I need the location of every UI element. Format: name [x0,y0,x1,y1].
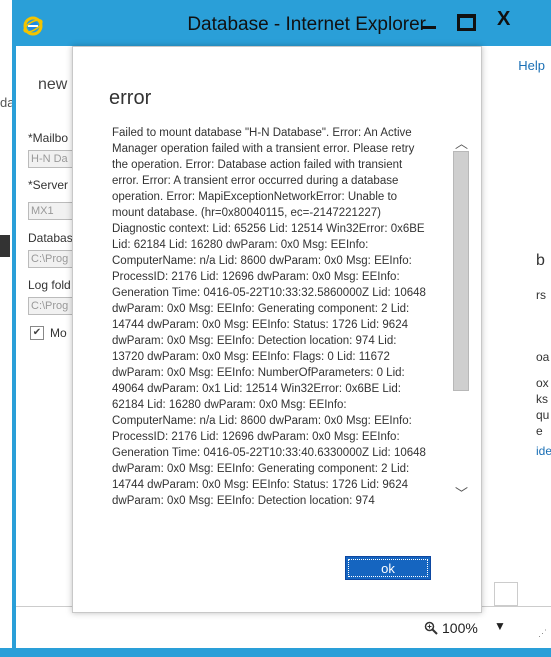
window-title: Database - Internet Explorer [187,14,426,35]
zoom-icon [424,621,438,635]
right-fragment: oa [536,350,550,364]
background-button [494,582,518,606]
taskbar-edge [0,648,551,657]
mount-checkbox-label: Mo [50,326,67,340]
background-bar [0,235,10,257]
resize-grip[interactable]: ⋰ [538,628,547,639]
minimize-button[interactable] [412,8,446,34]
form-heading: new [38,76,68,93]
mailbox-field[interactable]: H-N Da [28,150,76,168]
right-fragment: ox [536,376,549,390]
server-field[interactable]: MX1 [28,202,76,220]
mount-checkbox[interactable]: ✔ [30,326,44,340]
database-path-field[interactable]: C:\Prog [28,250,76,268]
error-message-text: Failed to mount database "H-N Database".… [112,127,426,507]
title-bar[interactable]: Database - Internet Explorer X [16,2,551,46]
log-folder-label: Log fold [28,278,71,292]
scroll-up-icon[interactable]: ︿ [455,133,468,152]
error-dialog: error Failed to mount database "H-N Data… [72,46,482,613]
database-path-label: Databas [28,231,73,245]
right-fragment: qu [536,408,550,422]
server-label: *Server [28,178,69,192]
right-fragment: b [536,252,545,269]
mailbox-label: *Mailbo [28,131,69,145]
zoom-level[interactable]: 100% [442,620,478,636]
dialog-title: error [109,87,152,109]
ok-button[interactable]: ok [345,556,431,580]
right-fragment: rs [536,288,546,302]
scroll-down-icon[interactable]: ﹀ [455,483,468,502]
chevron-down-icon[interactable]: ▼ [494,619,506,633]
right-fragment: ks [536,392,548,406]
error-message: Failed to mount database "H-N Database".… [112,125,430,511]
ie-logo-icon [23,16,43,36]
checkmark-icon: ✔ [32,327,42,338]
log-folder-field[interactable]: C:\Prog [28,297,76,315]
right-fragment: e [536,424,543,438]
scrollbar-thumb[interactable] [453,151,469,391]
help-link[interactable]: Help [518,58,545,73]
close-button[interactable]: X [476,8,536,34]
close-icon: X [497,8,511,30]
right-fragment: ide [536,444,551,458]
